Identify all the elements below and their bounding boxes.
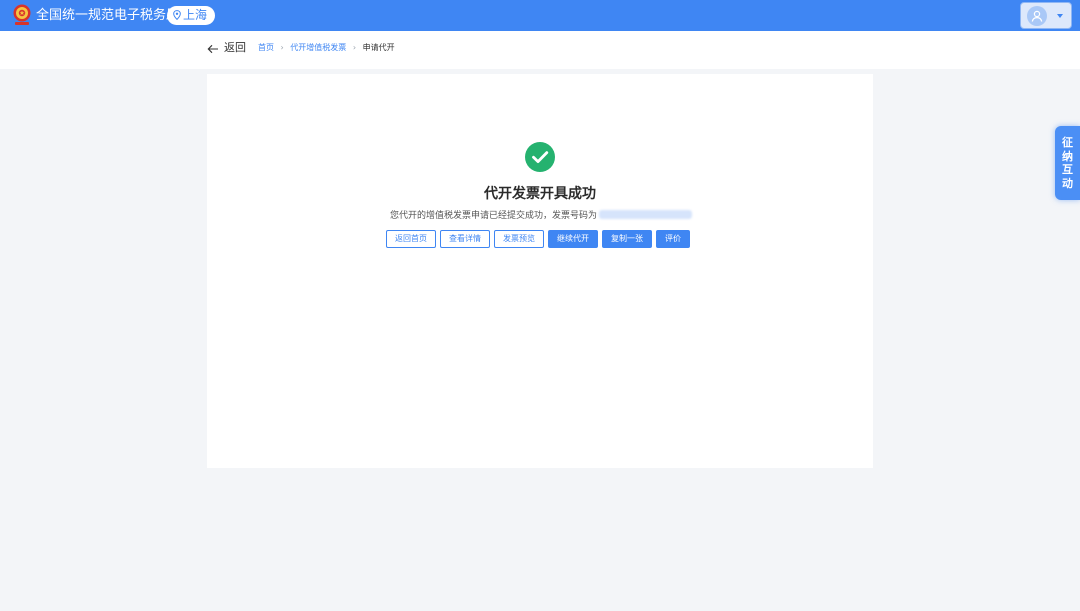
- continue-issue-button[interactable]: 继续代开: [548, 230, 598, 248]
- tax-emblem-icon: [13, 4, 31, 25]
- success-message-text: 您代开的增值税发票申请已经提交成功，发票号码为: [390, 211, 598, 221]
- result-card: 代开发票开具成功 您代开的增值税发票申请已经提交成功，发票号码为 返回首页 查看…: [207, 74, 873, 468]
- app-title: 全国统一规范电子税务局: [36, 8, 180, 23]
- sub-header: 返回 首页 › 代开增值税发票 › 申请代开: [0, 31, 1080, 69]
- arrow-left-icon: [207, 44, 218, 54]
- user-avatar-icon: [1027, 6, 1047, 26]
- side-tab-char: 征纳互动: [1055, 136, 1080, 190]
- breadcrumb-vat-invoice[interactable]: 代开增值税发票: [290, 43, 346, 52]
- view-details-button[interactable]: 查看详情: [440, 230, 490, 248]
- top-header: 全国统一规范电子税务局 上海: [0, 0, 1080, 31]
- chevron-down-icon: [1057, 14, 1063, 18]
- side-tab-char: 纳: [1062, 149, 1073, 163]
- return-home-button[interactable]: 返回首页: [386, 230, 436, 248]
- breadcrumb-current: 申请代开: [362, 43, 395, 52]
- region-label: 上海: [183, 8, 208, 22]
- success-title: 代开发票开具成功: [484, 186, 596, 202]
- success-message: 您代开的增值税发票申请已经提交成功，发票号码为: [390, 210, 693, 222]
- breadcrumb: 首页 › 代开增值税发票 › 申请代开: [258, 42, 395, 54]
- user-menu-button[interactable]: [1020, 2, 1072, 29]
- breadcrumb-separator: ›: [352, 43, 357, 52]
- location-pin-icon: [173, 10, 181, 20]
- invoice-number: [599, 210, 693, 219]
- side-tab-char: 互: [1062, 163, 1073, 176]
- side-tab-char: 动: [1062, 176, 1073, 190]
- region-selector[interactable]: 上海: [167, 6, 215, 25]
- copy-one-button[interactable]: 复制一张: [602, 230, 652, 248]
- side-tab-char: 征: [1062, 136, 1073, 149]
- rate-button[interactable]: 评价: [656, 230, 690, 248]
- breadcrumb-home[interactable]: 首页: [258, 43, 274, 52]
- invoice-preview-button[interactable]: 发票预览: [494, 230, 544, 248]
- interaction-side-tab[interactable]: 征纳互动: [1055, 126, 1080, 200]
- check-circle-icon: [525, 142, 555, 172]
- back-label: 返回: [224, 41, 246, 54]
- breadcrumb-separator: ›: [280, 43, 284, 52]
- side-tab-label: 征纳互动: [1055, 136, 1080, 190]
